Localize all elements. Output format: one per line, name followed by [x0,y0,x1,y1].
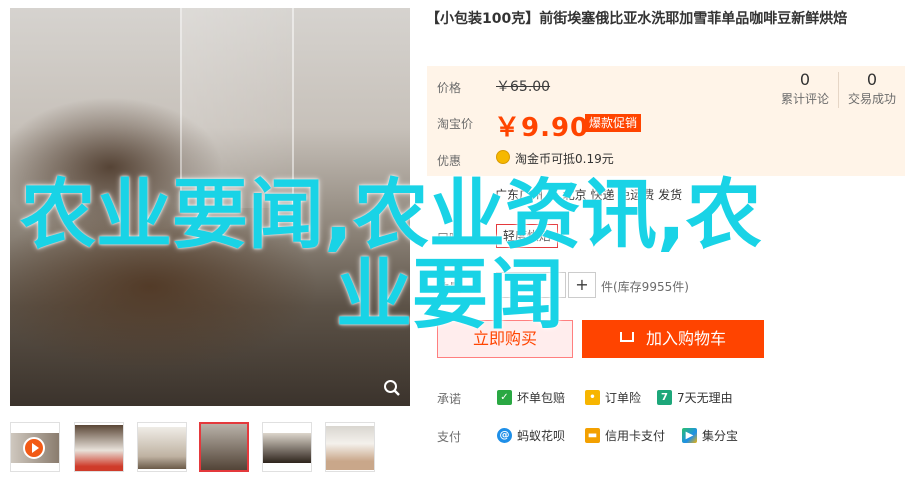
payment-item-1[interactable]: @ 蚂蚁花呗 [497,427,565,444]
product-title: 【小包装100克】前街埃塞俄比亚水洗耶加雪菲单品咖啡豆新鲜烘焙 [426,11,848,27]
insurance-icon: • [585,390,600,405]
current-price: ￥9.90 [494,113,590,143]
promise-item-3-label: 7天无理由 [677,391,733,405]
payment-item-2[interactable]: ▬ 信用卡支付 [585,427,665,444]
discount-text: 淘金币可抵0.19元 [515,152,614,166]
promise-item-2-label: 订单险 [605,391,642,405]
payment-item-3[interactable]: ▶ 集分宝 [682,427,738,444]
thumbnail-6[interactable] [325,422,375,472]
thumbnail-5[interactable] [262,422,312,472]
original-price: ￥65.00 [496,79,551,95]
jifenbao-icon: ▶ [682,428,697,443]
promise-item-1-label: 坏单包赔 [517,391,566,405]
price-label: 价格 [437,81,462,95]
review-count[interactable]: 0 累计评论 [775,70,835,108]
zoom-icon[interactable] [380,376,404,400]
payment-item-2-label: 信用卡支付 [605,429,666,443]
thumbnail-video[interactable] [10,422,60,472]
stock-info: 件(库存9955件) [601,280,689,294]
shield-icon: ✓ [497,390,512,405]
promise-label: 承诺 [437,392,462,406]
promo-badge: 爆款促销 [585,114,642,132]
cart-icon [620,332,634,342]
credit-card-icon: ▬ [585,428,600,443]
sales-count[interactable]: 0 交易成功 [842,70,902,108]
promise-item-2[interactable]: • 订单险 [585,389,641,406]
thumbnail-2[interactable] [74,422,124,472]
add-to-cart-label: 加入购物车 [646,329,727,348]
promise-item-3[interactable]: 7 7天无理由 [657,389,733,406]
overlay-text-line2: 业要闻 [336,250,564,339]
sales-count-caption: 交易成功 [847,92,896,106]
review-count-caption: 累计评论 [780,92,829,106]
quantity-plus-button[interactable]: + [568,272,596,298]
huabei-icon: @ [497,428,512,443]
promise-item-1[interactable]: ✓ 坏单包赔 [497,389,565,406]
sales-count-value: 0 [866,70,878,89]
thumbnail-strip [10,422,410,474]
stat-divider [838,72,839,108]
review-count-value: 0 [799,70,811,89]
play-icon [23,437,45,459]
payment-item-1-label: 蚂蚁花呗 [517,429,566,443]
thumbnail-3[interactable] [137,422,187,472]
payment-item-3-label: 集分宝 [702,429,739,443]
seven-day-icon: 7 [657,390,672,405]
payment-label: 支付 [437,430,462,444]
thumbnail-4[interactable] [199,422,249,472]
coin-icon [496,150,510,164]
add-to-cart-button[interactable]: 加入购物车 [582,320,764,358]
promo-price-label: 淘宝价 [437,117,474,131]
overlay-text-line1: 农业要闻,农业资讯,农 [20,170,762,259]
discount-label: 优惠 [437,154,462,168]
